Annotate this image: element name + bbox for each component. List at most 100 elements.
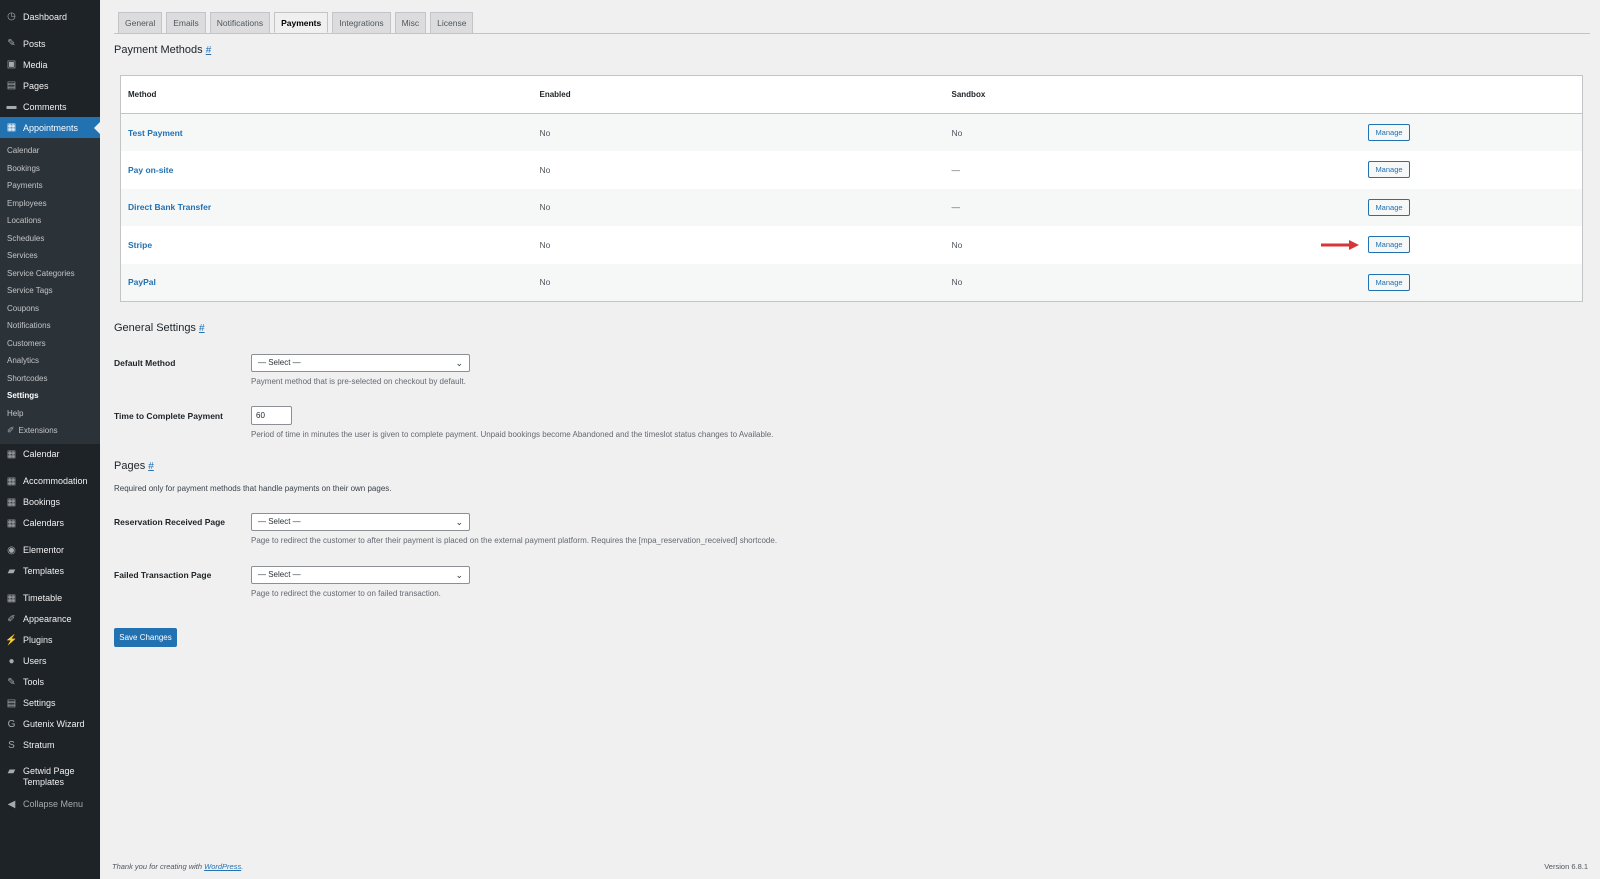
tab-notifications[interactable]: Notifications bbox=[209, 12, 271, 33]
section-anchor-link[interactable]: # bbox=[199, 323, 205, 334]
menu-dashboard[interactable]: ◷ Dashboard bbox=[0, 6, 100, 27]
menu-getwid-page-templates[interactable]: ▰ Getwid Page Templates bbox=[0, 762, 100, 794]
actions-cell: Manage bbox=[1356, 188, 1583, 226]
menu-label: Calendar bbox=[23, 449, 60, 459]
submenu-notifications[interactable]: Notifications bbox=[0, 317, 100, 335]
table-row: Stripe No No Manage bbox=[121, 226, 1583, 264]
method-name-link[interactable]: PayPal bbox=[120, 263, 533, 301]
reservation-received-select[interactable]: — Select — ⌄ bbox=[251, 513, 470, 531]
menu-settings[interactable]: ▤ Settings bbox=[0, 693, 100, 714]
settings-icon: ▤ bbox=[6, 697, 17, 709]
menu-label: Calendars bbox=[23, 518, 65, 528]
submenu-service-categories[interactable]: Service Categories bbox=[0, 265, 100, 283]
submenu-services[interactable]: Services bbox=[0, 247, 100, 265]
menu-label: Appointments bbox=[23, 122, 79, 133]
tab-general[interactable]: General bbox=[118, 12, 163, 33]
submenu-locations[interactable]: Locations bbox=[0, 212, 100, 230]
submenu-calendar[interactable]: Calendar bbox=[0, 142, 100, 160]
select-value: — Select — bbox=[258, 358, 301, 367]
actions-cell: Manage bbox=[1357, 151, 1583, 189]
submenu-shortcodes[interactable]: Shortcodes bbox=[0, 370, 100, 388]
manage-button[interactable]: Manage bbox=[1368, 161, 1410, 179]
failed-transaction-select[interactable]: — Select — ⌄ bbox=[251, 566, 470, 584]
wordpress-link[interactable]: WordPress bbox=[204, 862, 241, 871]
menu-timetable[interactable]: ▦ Timetable bbox=[0, 588, 100, 609]
section-anchor-link[interactable]: # bbox=[148, 461, 154, 472]
manage-button[interactable]: Manage bbox=[1368, 273, 1410, 291]
menu-calendars[interactable]: ▦ Calendars bbox=[0, 513, 100, 534]
tab-payments[interactable]: Payments bbox=[274, 12, 329, 33]
brush-icon: ✐ bbox=[7, 613, 16, 625]
user-icon: ● bbox=[8, 655, 15, 667]
menu-elementor[interactable]: ◉ Elementor bbox=[0, 540, 100, 561]
settings-tabs: General Emails Notifications Payments In… bbox=[118, 12, 474, 33]
manage-button[interactable]: Manage bbox=[1368, 236, 1410, 254]
menu-tools[interactable]: ✎ Tools bbox=[0, 672, 100, 693]
menu-label-line1: Getwid Page bbox=[23, 765, 75, 776]
submenu-payments[interactable]: Payments bbox=[0, 177, 100, 195]
menu-posts[interactable]: ✎ Posts bbox=[0, 33, 100, 54]
submenu-schedules[interactable]: Schedules bbox=[0, 230, 100, 248]
table-row: Direct Bank Transfer No — Manage bbox=[120, 188, 1583, 226]
pin-icon: ✎ bbox=[7, 38, 16, 49]
menu-users[interactable]: ● Users bbox=[0, 651, 100, 672]
submenu-employees[interactable]: Employees bbox=[0, 195, 100, 213]
menu-bookings[interactable]: ▦ Bookings bbox=[0, 492, 100, 513]
method-name-link[interactable]: Stripe bbox=[121, 226, 533, 264]
sandbox-value: No bbox=[944, 263, 1357, 301]
manage-button[interactable]: Manage bbox=[1368, 124, 1410, 141]
menu-label: Accommodation bbox=[23, 476, 88, 486]
time-to-complete-label: Time to Complete Payment bbox=[114, 411, 223, 421]
menu-label: Tools bbox=[23, 677, 45, 687]
default-method-select[interactable]: — Select — ⌄ bbox=[251, 354, 470, 372]
menu-label: Pages bbox=[23, 80, 49, 91]
menu-label: Media bbox=[23, 59, 48, 70]
manage-button[interactable]: Manage bbox=[1368, 198, 1410, 216]
menu-media[interactable]: ▣ Media bbox=[0, 54, 100, 75]
tab-license[interactable]: License bbox=[430, 12, 474, 33]
sandbox-value: No bbox=[951, 239, 963, 250]
submenu-customers[interactable]: Customers bbox=[0, 335, 100, 353]
section-anchor-link[interactable]: # bbox=[206, 45, 212, 56]
appointments-submenu: Calendar Bookings Payments Employees Loc… bbox=[0, 138, 100, 444]
menu-label: Collapse Menu bbox=[23, 799, 84, 809]
method-name-link[interactable]: Pay on-site bbox=[121, 151, 533, 189]
footer-text: Thank you for creating with bbox=[112, 862, 205, 871]
method-name-link[interactable]: Direct Bank Transfer bbox=[120, 188, 533, 226]
menu-pages[interactable]: ▤ Pages bbox=[0, 75, 100, 96]
tab-emails[interactable]: Emails bbox=[166, 12, 206, 33]
menu-templates[interactable]: ▰ Templates bbox=[0, 561, 100, 582]
menu-accommodation[interactable]: ▦ Accommodation bbox=[0, 471, 100, 492]
menu-calendar[interactable]: ▦ Calendar bbox=[0, 444, 100, 465]
menu-label: Dashboard bbox=[23, 11, 68, 22]
section-title: Pages bbox=[114, 460, 146, 472]
submenu-settings[interactable]: Settings bbox=[0, 387, 100, 405]
menu-plugins[interactable]: ⚡ Plugins bbox=[0, 630, 100, 651]
section-title: Payment Methods bbox=[114, 44, 203, 56]
menu-appearance[interactable]: ✐ Appearance bbox=[0, 609, 100, 630]
table-row: Test Payment No No Manage bbox=[120, 113, 1583, 151]
menu-comments[interactable]: ▬ Comments bbox=[0, 96, 100, 117]
submenu-help[interactable]: Help bbox=[0, 405, 100, 423]
menu-gutenix-wizard[interactable]: G Gutenix Wizard bbox=[0, 714, 100, 735]
submenu-extensions[interactable]: ✐ Extensions bbox=[0, 422, 100, 440]
save-changes-button[interactable]: Save Changes bbox=[114, 628, 177, 647]
actions-cell: Manage bbox=[1356, 113, 1583, 151]
menu-stratum[interactable]: S Stratum bbox=[0, 735, 100, 756]
admin-sidebar: ◷ Dashboard ✎ Posts ▣ Media ▤ Pages ▬ Comment… bbox=[0, 0, 100, 879]
submenu-coupons[interactable]: Coupons bbox=[0, 300, 100, 318]
tab-misc[interactable]: Misc bbox=[394, 12, 427, 33]
menu-appointments[interactable]: ▦ Appointments bbox=[0, 117, 100, 138]
time-to-complete-input[interactable]: 60 bbox=[251, 406, 292, 425]
calendar-icon: ▦ bbox=[6, 448, 17, 460]
folder-icon: ▰ bbox=[7, 565, 16, 577]
submenu-bookings[interactable]: Bookings bbox=[0, 160, 100, 178]
chevron-down-icon: ⌄ bbox=[455, 517, 463, 527]
submenu-analytics[interactable]: Analytics bbox=[0, 352, 100, 370]
tab-integrations[interactable]: Integrations bbox=[332, 12, 391, 33]
method-name-link[interactable]: Test Payment bbox=[120, 113, 533, 151]
collapse-menu-button[interactable]: ◀ Collapse Menu bbox=[0, 794, 100, 815]
submenu-service-tags[interactable]: Service Tags bbox=[0, 282, 100, 300]
enabled-value: No bbox=[532, 188, 945, 226]
table-header-row: Method Enabled Sandbox bbox=[120, 75, 1583, 114]
